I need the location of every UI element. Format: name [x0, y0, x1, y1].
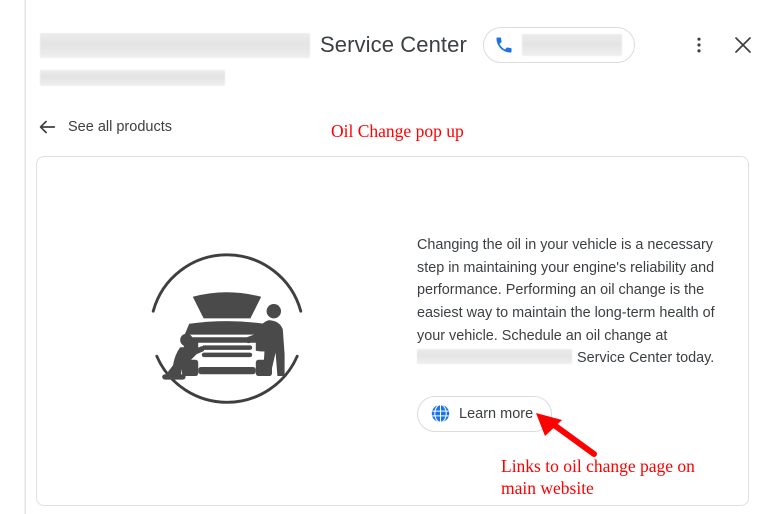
- product-details: Changing the oil in your vehicle is a ne…: [417, 230, 748, 432]
- oil-change-product-card: Changing the oil in your vehicle is a ne…: [36, 156, 749, 506]
- business-name-redacted: [40, 32, 310, 58]
- service-center-popup-panel: Service Center See all products Changing…: [25, 0, 775, 514]
- overflow-menu-button[interactable]: [686, 32, 712, 58]
- description-part2: Service Center today.: [573, 350, 715, 367]
- annotation-links-to-oil-change-page: Links to oil change page on main website: [501, 456, 695, 498]
- phone-number-redacted: [521, 34, 622, 56]
- learn-more-label: Learn more: [459, 405, 534, 422]
- close-button[interactable]: [730, 32, 756, 58]
- page-title: Service Center: [320, 32, 467, 57]
- header-title-row: Service Center: [40, 24, 762, 66]
- globe-icon: [431, 404, 450, 424]
- description-part1: Changing the oil in your vehicle is a ne…: [417, 237, 715, 344]
- annotation-oil-change-popup: Oil Change pop up: [331, 121, 464, 141]
- overflow-menu-icon: [697, 37, 701, 53]
- back-arrow-icon: [39, 120, 56, 134]
- header-actions: [686, 32, 762, 58]
- car-service-mechanics-illustration: [151, 253, 303, 404]
- red-arrow-pointing-to-learn-more: [536, 413, 597, 457]
- call-business-button[interactable]: [482, 27, 635, 63]
- phone-icon: [496, 37, 512, 53]
- popup-header: Service Center: [26, 0, 775, 100]
- see-all-products-label: See all products: [68, 119, 172, 135]
- page-left-edge: [0, 0, 25, 514]
- product-description: Changing the oil in your vehicle is a ne…: [417, 234, 729, 370]
- product-image-wrap: [37, 241, 417, 421]
- inline-business-name-redacted: [417, 349, 572, 365]
- business-subtitle-redacted: [40, 70, 225, 86]
- see-all-products-link[interactable]: See all products: [36, 113, 172, 141]
- close-icon: [735, 37, 751, 53]
